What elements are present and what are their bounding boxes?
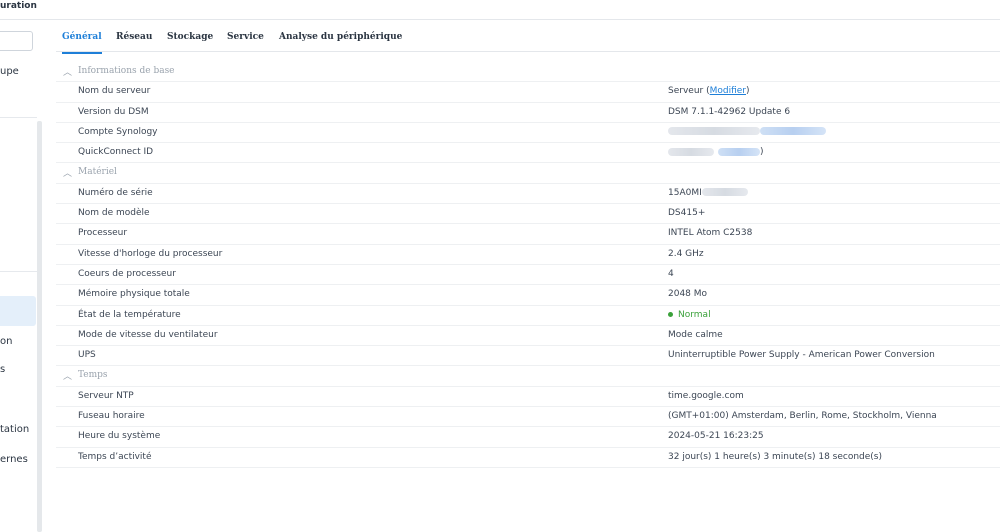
table-row: Heure du système 2024-05-21 16:23:25 (56, 427, 1000, 448)
tab-analyse-peripherique[interactable]: Analyse du périphérique (279, 32, 402, 42)
sidebar-item-group[interactable]: upe (0, 66, 19, 77)
redacted-quickconnect-link[interactable] (718, 147, 760, 156)
sidebar-divider (0, 271, 37, 272)
row-value: (GMT+01:00) Amsterdam, Berlin, Rome, Sto… (668, 411, 937, 422)
row-label: Coeurs de processeur (78, 268, 176, 279)
sidebar-divider (0, 117, 37, 118)
row-label: Serveur NTP (78, 390, 134, 401)
sidebar-item-information[interactable]: on (0, 336, 12, 347)
row-label: Fuseau horaire (78, 411, 145, 422)
row-value: 32 jour(s) 1 heure(s) 3 minute(s) 18 sec… (668, 451, 883, 462)
row-label: Vitesse d'horloge du processeur (78, 248, 223, 259)
row-label: Nom du serveur (78, 86, 151, 97)
row-label: Version du DSM (78, 106, 149, 117)
table-row: UPS Uninterruptible Power Supply - Ameri… (56, 346, 1000, 367)
row-value: DS415+ (668, 208, 706, 219)
server-name: Serveur ( (668, 86, 710, 97)
section-title: Matériel (78, 167, 117, 178)
tab-stockage[interactable]: Stockage (167, 32, 213, 42)
tab-bar: Général Réseau Stockage Service Analyse … (56, 21, 1000, 54)
sidebar-item-selected[interactable] (0, 296, 36, 326)
row-label: Numéro de série (78, 187, 153, 198)
chevron-up-icon[interactable]: ︿ (63, 369, 72, 382)
row-value: Uninterruptible Power Supply - American … (668, 350, 935, 361)
row-value: Normal (668, 310, 711, 320)
sidebar-item-externes[interactable]: ernes (0, 454, 28, 465)
table-row: Temps d’activité 32 jour(s) 1 heure(s) 3… (56, 448, 1000, 468)
redacted-serial (701, 188, 748, 197)
row-value (668, 127, 826, 137)
sidebar-item-services[interactable]: s (0, 364, 5, 375)
info-grid: ︿ Informations de base Nom du serveur Se… (56, 62, 1000, 468)
row-label: Mode de vitesse du ventilateur (78, 329, 218, 340)
row-label: Nom de modèle (78, 208, 150, 219)
row-value: Mode calme (668, 329, 723, 340)
row-value: 15A0MI (668, 188, 748, 198)
table-row: Vitesse d'horloge du processeur 2.4 GHz (56, 245, 1000, 265)
table-row: Mode de vitesse du ventilateur Mode calm… (56, 326, 1000, 347)
row-label: Processeur (78, 228, 128, 239)
row-value: DSM 7.1.1-42962 Update 6 (668, 106, 791, 117)
status-dot-icon (668, 311, 673, 317)
status-text: Normal (678, 309, 711, 320)
table-row: État de la température Normal (56, 306, 1000, 326)
table-row: Nom du serveur Serveur (Modifier) (56, 82, 1000, 103)
sidebar: upe on s tation ernes (0, 21, 44, 532)
row-value: ) (668, 147, 764, 157)
table-row: Serveur NTP time.google.com (56, 387, 1000, 408)
row-label: Mémoire physique totale (78, 289, 190, 300)
section-title: Temps (78, 370, 108, 381)
row-label: Temps d’activité (78, 451, 152, 462)
redacted-account-link (760, 127, 826, 136)
table-row: Mémoire physique totale 2048 Mo (56, 285, 1000, 306)
table-row: Version du DSM DSM 7.1.1-42962 Update 6 (56, 103, 1000, 123)
table-row: Compte Synology (56, 123, 1000, 144)
table-row: Numéro de série 15A0MI (56, 184, 1000, 205)
tab-service[interactable]: Service (227, 32, 264, 42)
window-title: uration (0, 1, 37, 11)
chevron-up-icon[interactable]: ︿ (63, 166, 72, 179)
table-row: Processeur INTEL Atom C2538 (56, 224, 1000, 245)
row-value: INTEL Atom C2538 (668, 228, 753, 239)
row-label: QuickConnect ID (78, 147, 154, 158)
table-row: QuickConnect ID ) (56, 143, 1000, 164)
close-paren: ) (760, 147, 764, 158)
table-row: Fuseau horaire (GMT+01:00) Amsterdam, Be… (56, 407, 1000, 428)
section-header-hardware[interactable]: ︿ Matériel (56, 163, 1000, 184)
serial-prefix: 15A0MI (668, 187, 702, 198)
title-bar: uration (0, 0, 1000, 20)
section-header-basic[interactable]: ︿ Informations de base (56, 62, 1000, 83)
section-header-time[interactable]: ︿ Temps (56, 366, 1000, 387)
main-panel: Général Réseau Stockage Service Analyse … (56, 21, 1000, 532)
tab-reseau[interactable]: Réseau (116, 32, 152, 42)
row-value: 2.4 GHz (668, 248, 704, 259)
modify-link[interactable]: Modifier (710, 86, 746, 96)
row-value: time.google.com (668, 390, 744, 401)
row-value: 2024-05-21 16:23:25 (668, 431, 764, 442)
table-row: Coeurs de processeur 4 (56, 265, 1000, 286)
row-label: Heure du système (78, 431, 161, 442)
redacted-quickconnect-id (668, 147, 714, 156)
table-row: Nom de modèle DS415+ (56, 204, 1000, 225)
sidebar-item-alimentation[interactable]: tation (0, 424, 29, 435)
row-value: 2048 Mo (668, 289, 708, 300)
row-value: Serveur (Modifier) (668, 86, 750, 96)
row-label: État de la température (78, 309, 181, 320)
row-value: 4 (668, 268, 674, 279)
redacted-account-text (668, 127, 760, 136)
row-label: Compte Synology (78, 126, 158, 137)
tab-general[interactable]: Général (62, 32, 102, 54)
row-label: UPS (78, 350, 96, 361)
close-paren: ) (746, 86, 750, 97)
sidebar-scrollbar[interactable] (37, 121, 42, 532)
section-title: Informations de base (78, 66, 175, 76)
chevron-up-icon[interactable]: ︿ (63, 65, 72, 78)
sidebar-search-input[interactable] (0, 31, 33, 51)
